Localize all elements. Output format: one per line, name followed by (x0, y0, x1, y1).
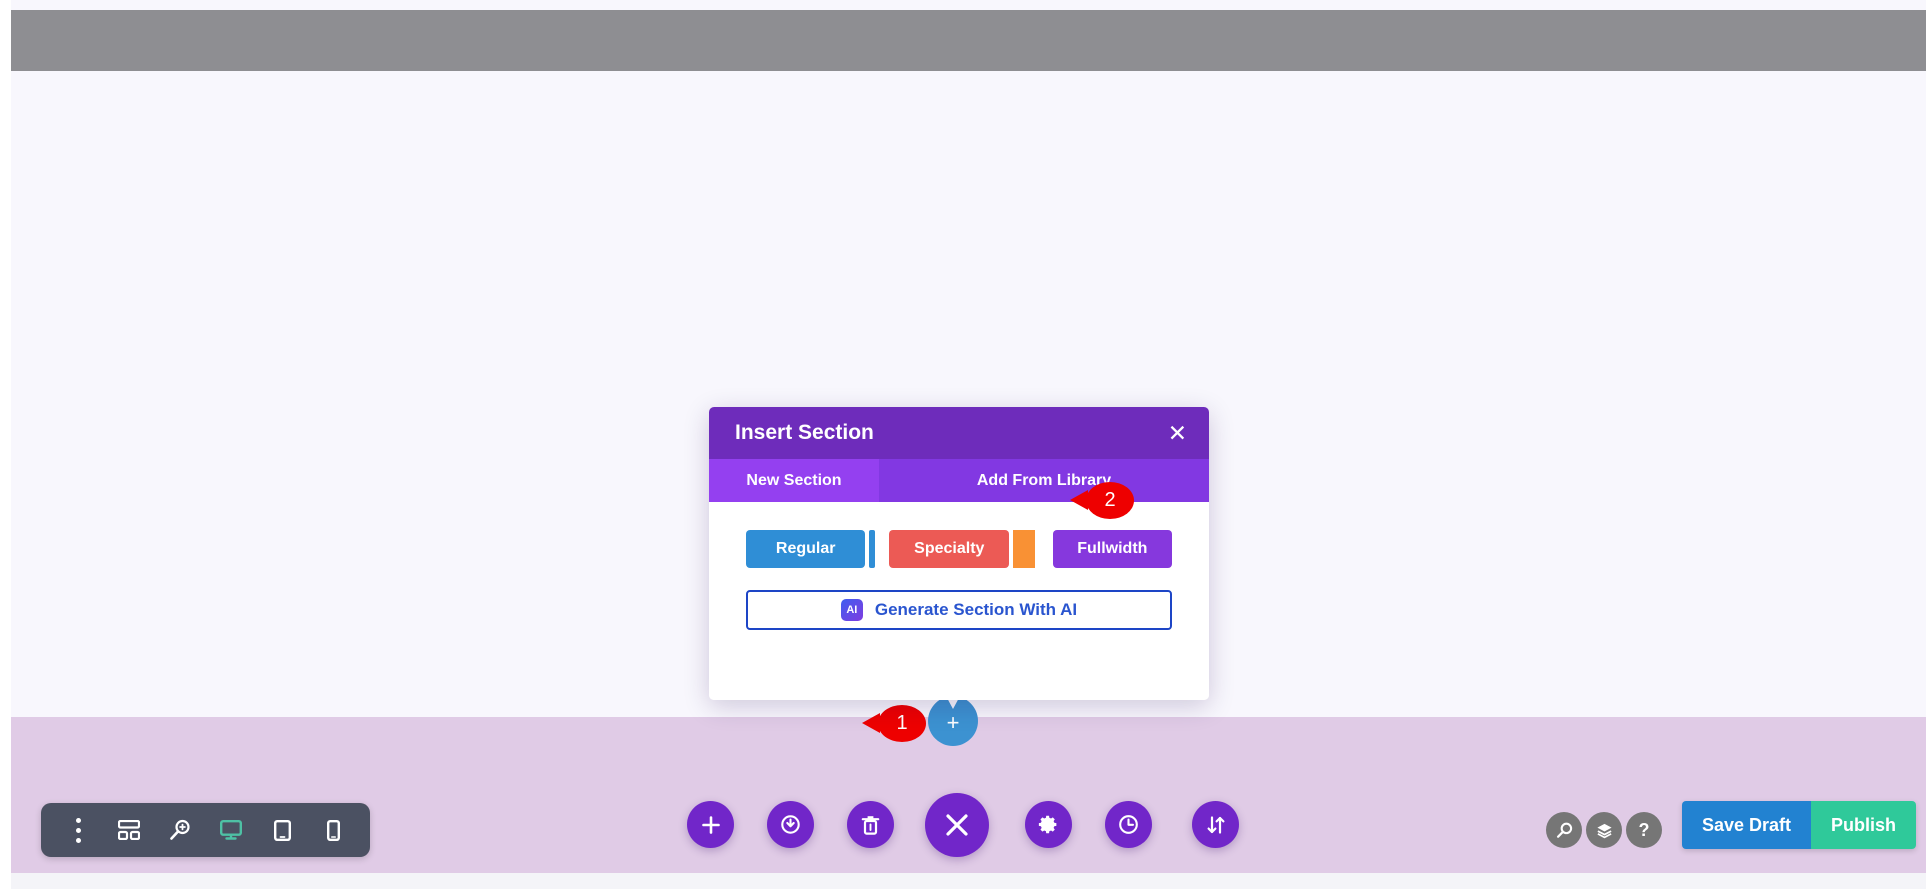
layers-icon (1596, 823, 1612, 838)
close-builder-menu-button[interactable] (925, 793, 989, 857)
history-clock-icon (1119, 815, 1138, 834)
specialty-section-button[interactable]: Specialty (889, 530, 1010, 568)
layers-button[interactable] (1586, 812, 1622, 848)
close-icon (946, 814, 968, 836)
trash-icon (861, 815, 880, 835)
generate-section-with-ai-button[interactable]: AI Generate Section With AI (746, 590, 1172, 630)
fullwidth-section-button[interactable]: Fullwidth (1052, 530, 1172, 568)
search-button[interactable] (1546, 812, 1582, 848)
clear-layout-button[interactable] (847, 801, 894, 848)
tab-new-section[interactable]: New Section (709, 459, 879, 502)
help-button[interactable]: ? (1626, 812, 1662, 848)
more-options-icon[interactable] (53, 803, 103, 857)
modal-title: Insert Section (735, 421, 874, 444)
add-section-button[interactable] (687, 801, 734, 848)
ai-icon: AI (840, 599, 863, 621)
zoom-out-icon[interactable] (155, 803, 205, 857)
plus-icon: + (946, 710, 960, 735)
desktop-view-icon[interactable] (206, 803, 256, 857)
modal-header: Insert Section ✕ (709, 407, 1209, 459)
modal-body: Regular Specialty Fullwidth AI Generate … (709, 502, 1209, 700)
help-icon: ? (1638, 819, 1650, 840)
annotation-marker-2: 2 (1070, 482, 1134, 519)
portability-icon (1207, 815, 1224, 834)
plus-icon (701, 815, 720, 834)
tablet-view-icon[interactable] (257, 803, 307, 857)
portability-button[interactable] (1192, 801, 1239, 848)
specialty-divider (1013, 530, 1035, 568)
insert-section-modal: Insert Section ✕ New Section Add From Li… (709, 407, 1209, 700)
save-publish-group: Save Draft Publish (1682, 801, 1917, 849)
settings-button[interactable] (1025, 801, 1072, 848)
tab-add-from-library[interactable]: Add From Library (879, 459, 1209, 502)
search-icon (1556, 822, 1572, 838)
save-draft-button[interactable]: Save Draft (1682, 801, 1812, 849)
builder-view-toolbar (41, 803, 370, 857)
regular-divider (869, 530, 876, 568)
annotation-marker-1: 1 (862, 705, 926, 742)
settings-gear-icon (1038, 815, 1057, 834)
publish-button[interactable]: Publish (1811, 801, 1917, 849)
editing-history-button[interactable] (1105, 801, 1152, 848)
regular-section-button[interactable]: Regular (746, 530, 866, 568)
save-power-icon (781, 815, 800, 834)
wireframe-view-icon[interactable] (104, 803, 154, 857)
save-button[interactable] (767, 801, 814, 848)
modal-tabs: New Section Add From Library (709, 459, 1209, 502)
top-placeholder-bar (11, 10, 1926, 71)
close-icon[interactable]: ✕ (1168, 421, 1187, 445)
phone-view-icon[interactable] (308, 803, 358, 857)
generate-ai-label: Generate Section With AI (874, 600, 1078, 619)
divi-builder-screen: Menu Book Now Privacy Policy Terms and C… (0, 0, 1926, 889)
section-type-row: Regular Specialty Fullwidth (746, 530, 1172, 568)
page-bottom-edge (11, 873, 1926, 889)
